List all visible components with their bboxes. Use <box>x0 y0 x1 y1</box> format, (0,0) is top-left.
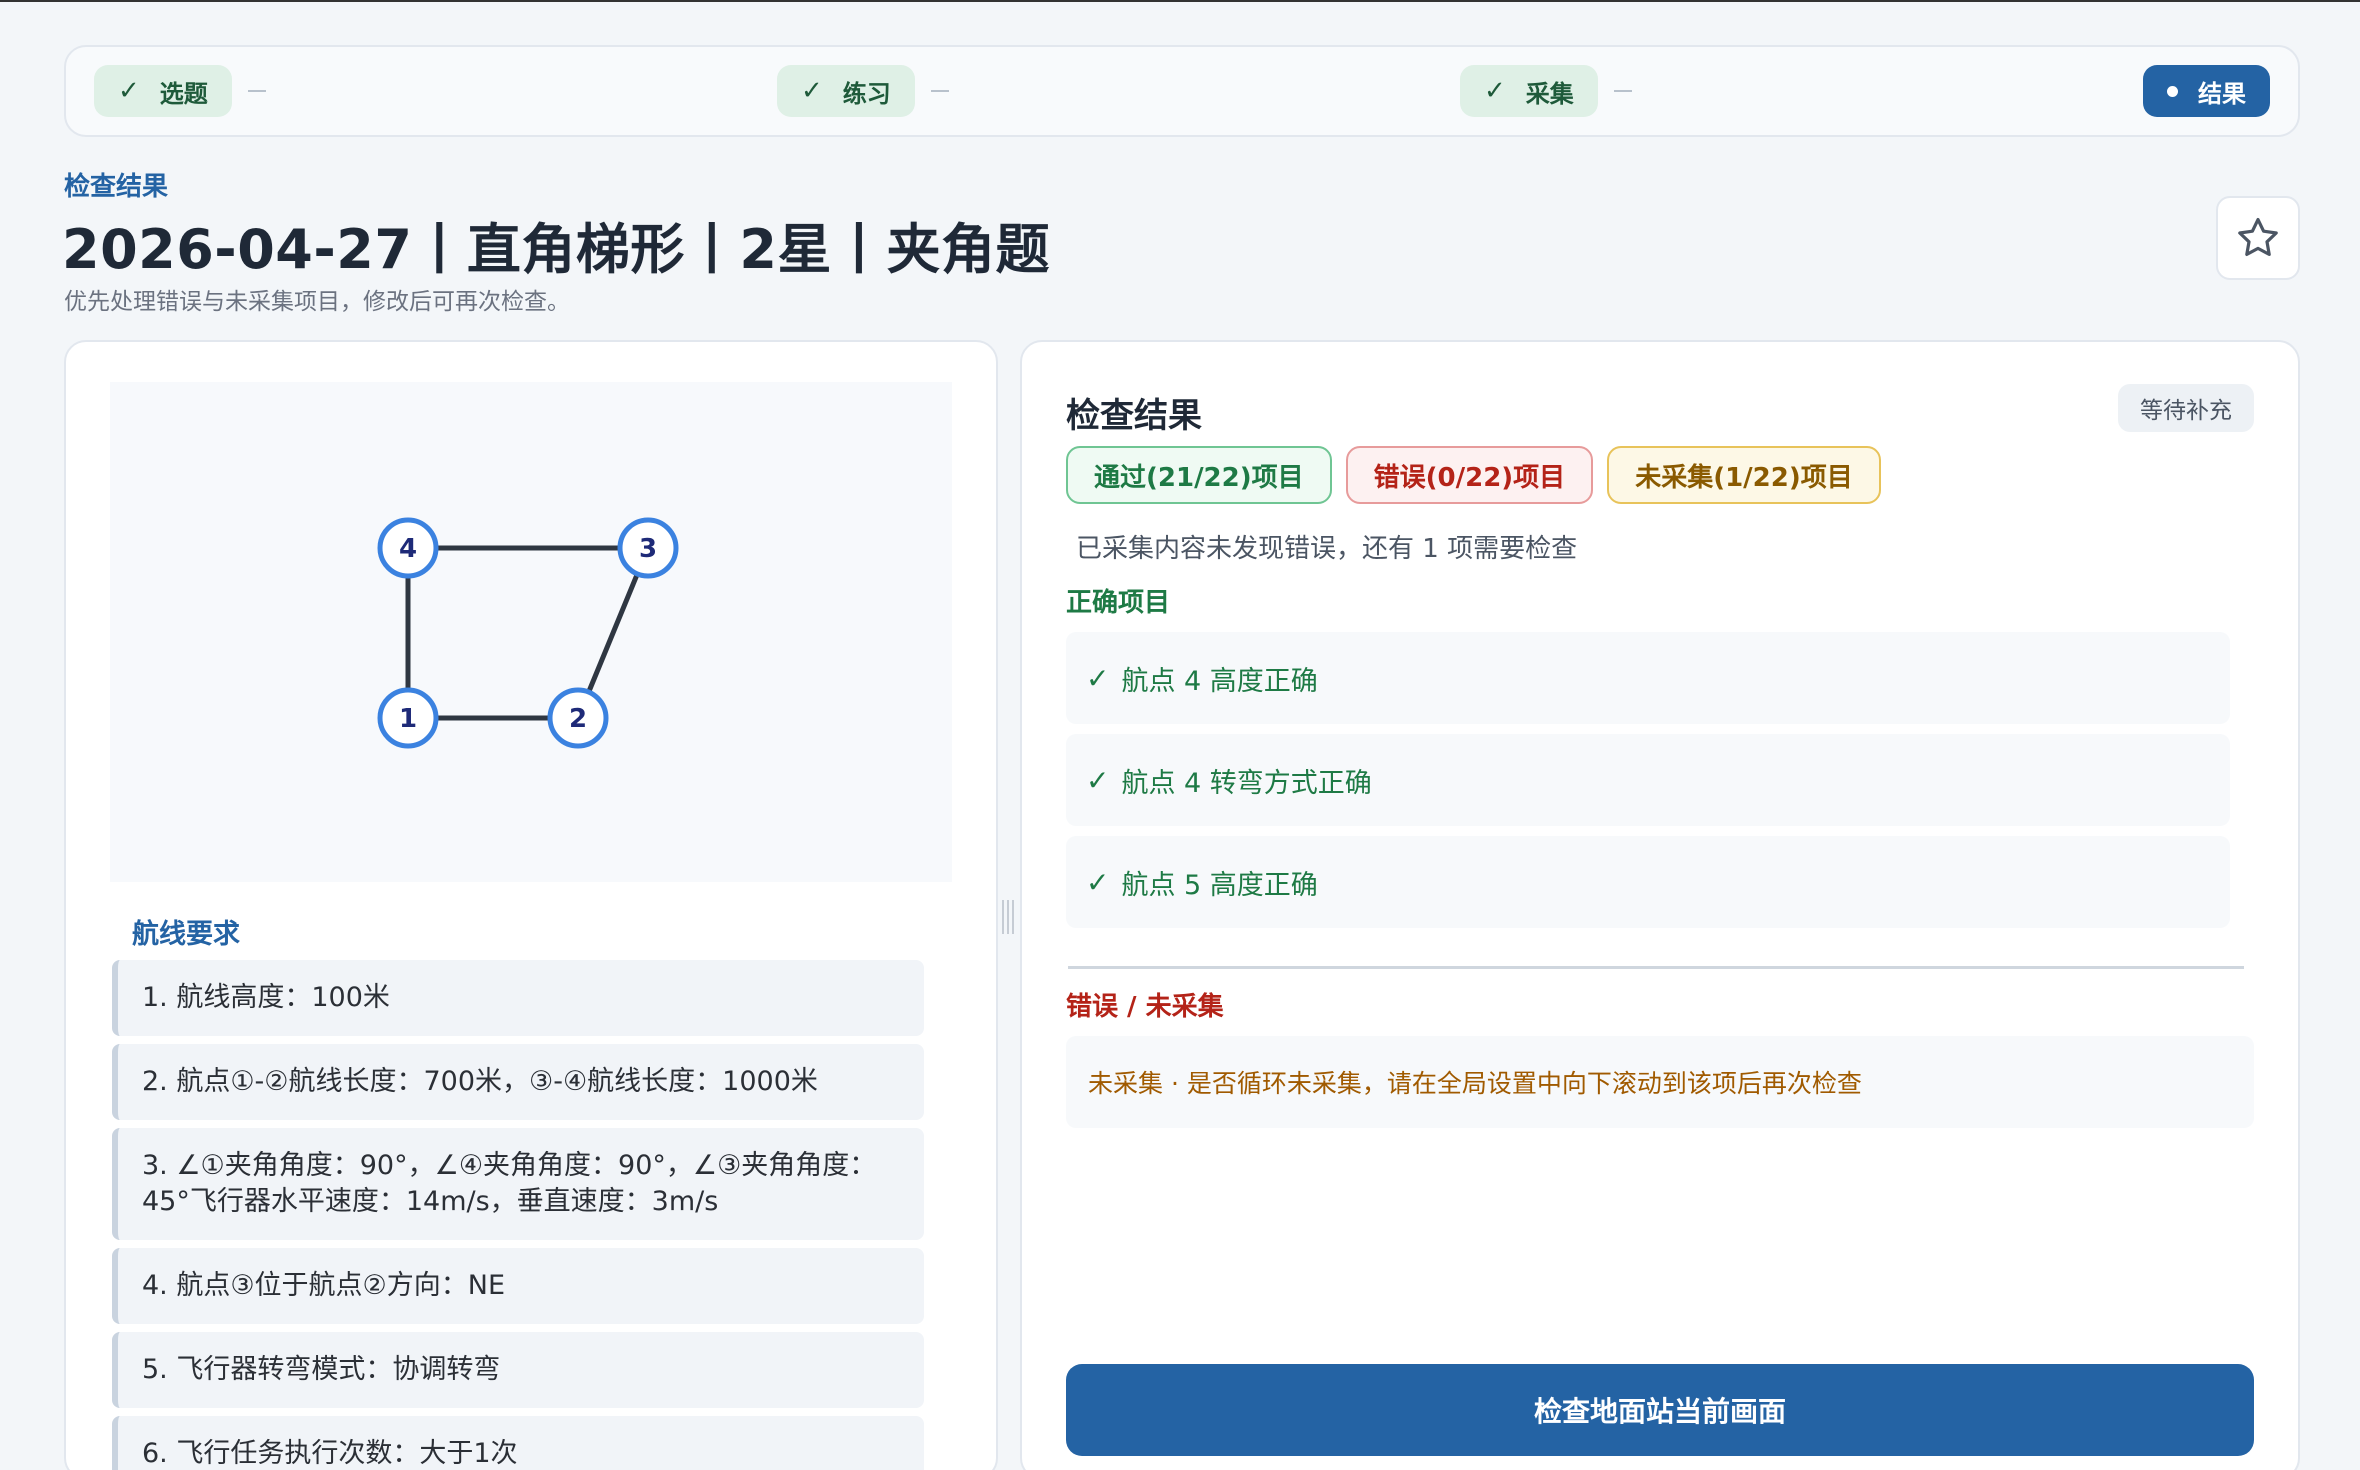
route-edges <box>405 545 651 721</box>
page-title: 2026-04-27丨直角梯形丨2星丨夹角题 <box>62 218 1050 281</box>
results-summary: 已采集内容未发现错误，还有 1 项需要检查 <box>1076 534 1578 564</box>
requirement-item: 1. 航线高度：100米 <box>112 960 924 1036</box>
check-icon: ✓ <box>1484 76 1506 106</box>
waypoint-3[interactable]: 3 <box>617 517 679 579</box>
step-practice-pill[interactable]: ✓ 练习 <box>777 65 915 117</box>
requirements-list: 1. 航线高度：100米 2. 航点①-②航线长度：700米，③-④航线长度：1… <box>110 960 950 1470</box>
step-result-pill[interactable]: 结果 <box>2143 65 2270 117</box>
correct-item: ✓ 航点 4 高度正确 <box>1066 632 2230 724</box>
step-result[interactable]: 结果 <box>2143 65 2270 117</box>
waypoint-label: 4 <box>399 534 417 564</box>
step-practice[interactable]: ✓ 练习 <box>777 65 1460 117</box>
error-items-heading: 错误 / 未采集 <box>1066 992 1224 1022</box>
panel-resize-handle[interactable] <box>1000 900 1016 934</box>
requirement-item: 2. 航点①-②航线长度：700米，③-④航线长度：1000米 <box>112 1044 924 1120</box>
requirement-item: 6. 飞行任务执行次数：大于1次 <box>112 1416 924 1470</box>
correct-item-text: 航点 4 高度正确 <box>1121 665 1318 697</box>
status-badge: 等待补充 <box>2118 384 2254 432</box>
step-select[interactable]: ✓ 选题 <box>94 65 777 117</box>
step-label: 练习 <box>842 79 891 108</box>
correct-items-heading: 正确项目 <box>1066 588 1171 618</box>
waypoint-1[interactable]: 1 <box>377 687 439 749</box>
step-label: 选题 <box>159 79 208 108</box>
step-separator <box>930 90 949 92</box>
pass-count-badge[interactable]: 通过(21/22)项目 <box>1066 446 1332 504</box>
pending-count-badge[interactable]: 未采集(1/22)项目 <box>1607 446 1881 504</box>
step-collect-pill[interactable]: ✓ 采集 <box>1460 65 1598 117</box>
error-count-badge[interactable]: 错误(0/22)项目 <box>1345 446 1594 504</box>
requirements-heading: 航线要求 <box>132 919 240 950</box>
page-eyebrow: 检查结果 <box>64 172 169 202</box>
check-icon: ✓ <box>1086 763 1110 797</box>
section-divider <box>1068 966 2244 969</box>
waypoint-label: 2 <box>569 704 587 734</box>
result-badges: 通过(21/22)项目 错误(0/22)项目 未采集(1/22)项目 <box>1066 446 1881 504</box>
results-title: 检查结果 <box>1066 396 1202 436</box>
route-diagram-svg: 1 2 3 4 <box>377 517 679 749</box>
error-item[interactable]: 未采集 · 是否循环未采集，请在全局设置中向下滚动到该项后再次检查 <box>1066 1036 2254 1128</box>
window-top-border <box>0 0 2360 2</box>
step-collect[interactable]: ✓ 采集 <box>1460 65 2143 117</box>
waypoint-4[interactable]: 4 <box>377 517 439 579</box>
route-diagram: 1 2 3 4 <box>110 382 952 882</box>
correct-item: ✓ 航点 5 高度正确 <box>1066 836 2230 928</box>
check-ground-station-button[interactable]: 检查地面站当前画面 <box>1066 1364 2254 1456</box>
correct-item-text: 航点 4 转弯方式正确 <box>1121 767 1372 799</box>
check-icon: ✓ <box>118 76 140 106</box>
star-icon <box>2238 218 2278 256</box>
step-separator <box>247 90 266 92</box>
favorite-button[interactable] <box>2216 196 2300 280</box>
correct-item: ✓ 航点 4 转弯方式正确 <box>1066 734 2230 826</box>
waypoint-label: 3 <box>639 534 657 564</box>
step-separator <box>1613 90 1632 92</box>
requirement-item: 3. ∠①夹角角度：90°，∠④夹角角度：90°，∠③夹角角度：45°飞行器水平… <box>112 1128 924 1240</box>
step-label: 结果 <box>2198 79 2246 108</box>
results-panel: 检查结果 等待补充 通过(21/22)项目 错误(0/22)项目 未采集(1/2… <box>1020 340 2300 1470</box>
requirement-item: 4. 航点③位于航点②方向：NE <box>112 1248 924 1324</box>
check-icon: ✓ <box>1086 865 1110 899</box>
correct-item-text: 航点 5 高度正确 <box>1121 869 1318 901</box>
progress-stepper: ✓ 选题 ✓ 练习 ✓ 采集 结果 <box>64 45 2300 137</box>
check-icon: ✓ <box>1086 661 1110 695</box>
check-icon: ✓ <box>801 76 823 106</box>
route-requirements: 航线要求 1. 航线高度：100米 2. 航点①-②航线长度：700米，③-④航… <box>110 902 950 1470</box>
dot-icon <box>2167 85 2178 97</box>
waypoint-label: 1 <box>399 704 417 734</box>
step-label: 采集 <box>1525 79 1574 108</box>
correct-items-list: ✓ 航点 4 高度正确 ✓ 航点 4 转弯方式正确 ✓ 航点 5 高度正确 <box>1066 632 2230 938</box>
step-select-pill[interactable]: ✓ 选题 <box>94 65 232 117</box>
page-subtitle: 优先处理错误与未采集项目，修改后可再次检查。 <box>64 289 570 315</box>
route-panel: 1 2 3 4 航线要求 1. 航线高度：100米 2. 航点①-②航线长度：7… <box>64 340 998 1470</box>
waypoint-2[interactable]: 2 <box>547 687 609 749</box>
requirement-item: 5. 飞行器转弯模式：协调转弯 <box>112 1332 924 1408</box>
